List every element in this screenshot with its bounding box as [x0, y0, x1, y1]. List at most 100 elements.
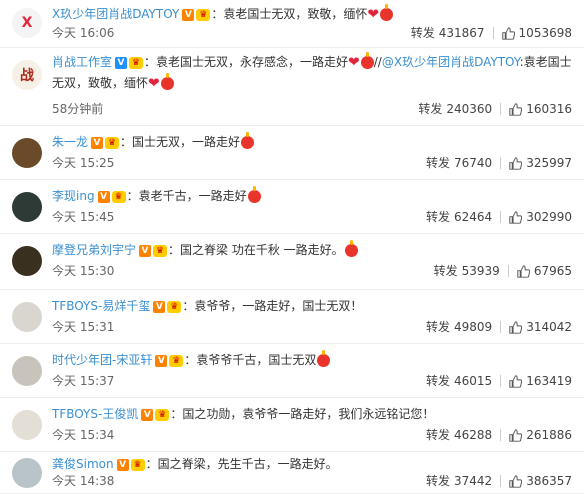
- candle-icon: [380, 4, 394, 21]
- crown-icon: ♛: [111, 190, 126, 203]
- like-button[interactable]: 302990: [509, 210, 572, 224]
- user-name-link[interactable]: 摩登兄弟刘宇宁: [52, 243, 136, 257]
- like-button[interactable]: 67965: [517, 264, 572, 278]
- repost-label: 转发: [425, 156, 450, 170]
- repost-count: 62464: [454, 210, 493, 224]
- repost-button[interactable]: 转发 46015: [426, 372, 492, 389]
- user-name-link[interactable]: 李现ing: [52, 189, 95, 203]
- divider: [500, 102, 502, 115]
- repost-label: 转发: [410, 26, 435, 40]
- comment-stats: 转发 62464 302990: [426, 208, 572, 225]
- repost-button[interactable]: 转发 49809: [426, 318, 492, 335]
- v-badge-icon: V: [116, 458, 129, 471]
- user-name-link[interactable]: X玖少年团肖战DAYTOY: [52, 7, 179, 21]
- repost-button[interactable]: 转发 431867: [411, 24, 485, 41]
- divider: [500, 210, 502, 223]
- comment-body: ：袁老千古，一路走好: [126, 189, 247, 203]
- repost-count: 46288: [454, 428, 493, 442]
- comment-body: ：袁老国士无双，永存感念，一路走好: [144, 55, 349, 69]
- repost-label: 转发: [425, 320, 450, 334]
- repost-count: 240360: [446, 102, 493, 116]
- v-badge-icon: V: [155, 354, 168, 367]
- like-button[interactable]: 386357: [509, 474, 572, 488]
- comment-text: X玖少年团肖战DAYTOY V ♛ ：袁老国士无双，致敬，缅怀❤: [52, 4, 572, 25]
- divider: [500, 374, 502, 387]
- like-count: 386357: [526, 473, 572, 488]
- thumbs-up-icon: [509, 320, 523, 334]
- comment-row: TFBOYS-王俊凯 V ♛ ：国之功勋，袁爷爷一路走好，我们永远铭记您！ 今天 15:…: [0, 398, 584, 452]
- user-name-link[interactable]: 肖战工作室: [52, 55, 112, 69]
- repost-button[interactable]: 转发 240360: [418, 100, 492, 117]
- avatar[interactable]: X: [12, 8, 42, 38]
- candle-icon: [360, 52, 374, 69]
- candle-icon: [317, 350, 331, 367]
- like-count: 261886: [526, 427, 572, 442]
- v-badge-icon: V: [91, 136, 104, 149]
- avatar[interactable]: [12, 192, 42, 222]
- crown-icon: ♛: [167, 300, 182, 313]
- candle-icon: [247, 186, 261, 203]
- comment-row: 朱一龙 V ♛ ：国士无双，一路走好 今天 15:25 转发 76740 325997: [0, 126, 584, 180]
- comment-body: ：国士无双，一路走好: [120, 135, 241, 149]
- comment-text: 李现ing V ♛ ：袁老千古，一路走好: [52, 186, 572, 206]
- thumbs-up-icon: [509, 210, 523, 224]
- repost-button[interactable]: 转发 62464: [426, 208, 492, 225]
- divider: [500, 474, 502, 487]
- avatar[interactable]: 战: [12, 60, 42, 90]
- comment-stats: 转发 53939 67965: [434, 262, 572, 279]
- comment-body: ：袁爷爷，一路走好，国士无双！: [182, 299, 363, 313]
- repost-prefix: //: [373, 55, 382, 69]
- repost-button[interactable]: 转发 46288: [426, 426, 492, 443]
- like-button[interactable]: 160316: [509, 102, 572, 116]
- comment-time: 今天 15:31: [52, 320, 115, 334]
- user-name-link[interactable]: TFBOYS-易烊千玺: [52, 299, 150, 313]
- repost-button[interactable]: 转发 53939: [434, 262, 500, 279]
- user-name-link[interactable]: 龚俊Simon: [52, 457, 114, 471]
- comment-row: 时代少年团-宋亚轩 V ♛ ：袁爷爷千古，国士无双 今天 15:37 转发 46015 163…: [0, 344, 584, 398]
- user-name-link[interactable]: 时代少年团-宋亚轩: [52, 353, 152, 367]
- comment-stats: 转发 431867 1053698: [411, 24, 572, 41]
- repost-button[interactable]: 转发 37442: [426, 472, 492, 489]
- thumbs-up-icon: [501, 26, 515, 40]
- comment-time: 今天 15:34: [52, 428, 115, 442]
- thumbs-up-icon: [509, 156, 523, 170]
- comment-list: X X玖少年团肖战DAYTOY V ♛ ：袁老国士无双，致敬，缅怀❤ 今天 16:06 转发…: [0, 0, 584, 494]
- repost-label: 转发: [433, 264, 458, 278]
- candle-icon: [344, 240, 358, 257]
- like-count: 67965: [533, 263, 572, 278]
- comment-text: TFBOYS-易烊千玺 V ♛ ：袁爷爷，一路走好，国士无双！: [52, 296, 572, 316]
- comment-stats: 转发 37442 386357: [426, 472, 572, 489]
- like-button[interactable]: 325997: [509, 156, 572, 170]
- comment-body: ：国之脊梁，先生千古，一路走好。: [145, 457, 338, 471]
- repost-count: 49809: [454, 320, 493, 334]
- repost-label: 转发: [425, 428, 450, 442]
- crown-icon: ♛: [105, 136, 120, 149]
- comment-body: ：国之脊梁 功在千秋 一路走好。: [168, 243, 344, 257]
- avatar[interactable]: [12, 410, 42, 440]
- avatar[interactable]: [12, 458, 42, 488]
- like-button[interactable]: 163419: [509, 374, 572, 388]
- avatar[interactable]: [12, 138, 42, 168]
- user-name-link[interactable]: TFBOYS-王俊凯: [52, 407, 138, 421]
- repost-label: 转发: [425, 474, 450, 488]
- candle-icon: [160, 72, 174, 90]
- repost-count: 46015: [454, 374, 493, 388]
- avatar[interactable]: [12, 246, 42, 276]
- avatar[interactable]: [12, 356, 42, 386]
- heart-icon: ❤: [348, 54, 360, 71]
- comment-stats: 转发 240360 160316: [418, 100, 572, 117]
- repost-count: 53939: [461, 264, 500, 278]
- like-button[interactable]: 261886: [509, 428, 572, 442]
- crown-icon: ♛: [153, 244, 168, 257]
- repost-count: 37442: [454, 474, 493, 488]
- like-button[interactable]: 1053698: [501, 26, 572, 40]
- v-badge-icon: V: [139, 244, 152, 257]
- like-button[interactable]: 314042: [509, 320, 572, 334]
- v-badge-icon: V: [97, 190, 110, 203]
- divider: [500, 156, 502, 169]
- mention-link[interactable]: @X玖少年团肖战DAYTOY: [382, 55, 520, 69]
- repost-button[interactable]: 转发 76740: [426, 154, 492, 171]
- comment-body: ：国之功勋，袁爷爷一路走好，我们永远铭记您！: [170, 407, 435, 421]
- user-name-link[interactable]: 朱一龙: [52, 135, 88, 149]
- avatar[interactable]: [12, 302, 42, 332]
